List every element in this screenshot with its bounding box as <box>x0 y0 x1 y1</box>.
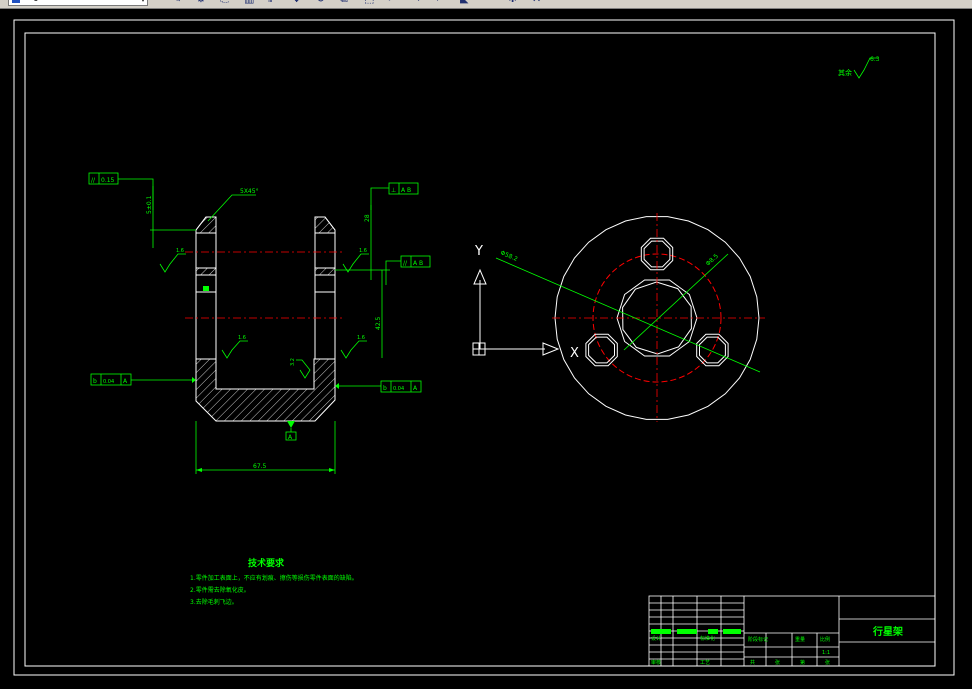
tb-label-sheet: 张 <box>775 659 780 666</box>
roughness-symbol-5: 3.2 <box>290 358 311 379</box>
tb-label-design: 设计 <box>651 635 661 642</box>
gdt-top-left-symbol: // <box>91 177 96 184</box>
tb-label-process: 工艺 <box>700 660 710 666</box>
gdt-frame-top-left: // 0.15 <box>88 172 154 210</box>
dim-diameter-leader <box>495 257 761 373</box>
chamfer-label: 5X45° <box>240 188 259 195</box>
break-icon[interactable]: ⌐ <box>436 0 450 7</box>
gdt-frame-right: b 0.04 A <box>335 380 422 393</box>
tech-line-2: 2.零件需去除氧化皮。 <box>190 586 250 594</box>
extend-icon[interactable]: → <box>412 0 426 7</box>
gdt-top-left-value: 0.15 <box>101 177 115 184</box>
svg-text:b: b <box>383 385 387 392</box>
svg-text:A: A <box>413 385 418 392</box>
dim-right-height: 28 <box>364 214 371 222</box>
layer-dropdown[interactable]: 0 ▾ <box>8 0 148 6</box>
roughness-symbol-2: 1.6 <box>342 248 369 273</box>
roughness-symbol-3: 1.6 <box>221 335 248 359</box>
stretch-icon[interactable]: ⬚ <box>364 0 378 7</box>
ucs-y-label: Y <box>474 244 483 259</box>
layer-dropdown-value: 0 <box>33 0 39 4</box>
gdt-frame-mid-right: // A B <box>385 255 431 285</box>
drawing-canvas[interactable]: 其余 6.3 // 0.15 5±0.1 5X45° ⊥ A B 28 // A… <box>0 8 972 685</box>
outer-frame <box>13 19 955 676</box>
match-properties-icon[interactable]: ⎘ <box>220 0 234 7</box>
part-name: 行星架 <box>872 625 903 638</box>
erase-icon[interactable]: ✕ <box>532 0 546 7</box>
svg-text:A: A <box>123 378 128 385</box>
section-hatch-base <box>195 358 336 422</box>
roughness-note-label: 其余 <box>838 68 852 77</box>
drawing-svg[interactable]: 其余 6.3 // 0.15 5±0.1 5X45° ⊥ A B 28 // A… <box>0 8 972 685</box>
chevron-down-icon[interactable]: ▾ <box>141 0 145 6</box>
trim-icon[interactable]: ✂ <box>388 0 402 7</box>
roughness-symbol-4: 1.6 <box>340 335 367 359</box>
pencil-icon[interactable]: ✎ <box>172 0 186 7</box>
dim-bottom-width: 67.5 <box>253 463 267 470</box>
scale-icon[interactable]: ⧉ <box>340 0 354 7</box>
svg-text:0.04: 0.04 <box>103 379 114 385</box>
tb-label-stage: 阶段标记 <box>748 636 768 643</box>
tech-line-3: 3.去除毛刺飞边。 <box>190 598 238 606</box>
gdt-top-right-value: A B <box>401 187 411 194</box>
tech-requirements-title: 技术要求 <box>248 557 285 569</box>
datum-a: A <box>285 421 297 441</box>
tb-scale-value: 1:1 <box>822 650 830 656</box>
chamfer-icon[interactable]: ◣ <box>460 0 474 7</box>
tb-label-scale: 比例 <box>820 636 830 643</box>
svg-text:1.6: 1.6 <box>238 335 246 341</box>
move-icon[interactable]: ✥ <box>292 0 306 7</box>
dim-left-height: 5±0.1 <box>146 195 153 214</box>
gdt-mid-right-value: A B <box>413 260 423 267</box>
tb-label-review: 审核 <box>651 659 661 666</box>
roughness-symbol-1: 1.6 <box>159 248 186 273</box>
dim-small: Φ8.5 <box>705 253 720 268</box>
gdt-frame-left: b 0.04 A <box>90 373 196 386</box>
tech-requirements: 技术要求 1.零件加工表面上，不应有划痕、擦伤等损伤零件表面的缺陷。 2.零件需… <box>190 557 358 606</box>
bolt-hole-3-inner <box>699 336 726 364</box>
gdt-top-right-symbol: ⊥ <box>391 187 396 194</box>
ucs-icon: Y X <box>472 244 579 361</box>
rotate-icon[interactable]: ↻ <box>316 0 330 7</box>
tb-label-sheet2: 张 <box>825 659 830 666</box>
svg-text:1.6: 1.6 <box>359 248 367 254</box>
svg-text:0.04: 0.04 <box>393 386 404 392</box>
section-right-wall <box>314 216 336 359</box>
fillet-icon[interactable]: ⌒ <box>484 0 498 7</box>
tb-label-standard: 标准化 <box>700 635 715 642</box>
mirror-icon[interactable]: ⫴ <box>268 0 282 7</box>
svg-text:b: b <box>93 378 97 385</box>
ucs-x-label: X <box>570 346 579 361</box>
bolt-hole-3-outer <box>696 333 729 367</box>
svg-text:3.2: 3.2 <box>290 358 296 366</box>
dim-right-vertical: 42.5 <box>375 316 382 330</box>
roughness-note-value: 6.3 <box>870 56 880 63</box>
gdt-frame-top-right: ⊥ A B <box>370 182 419 210</box>
svg-text:1.6: 1.6 <box>176 248 184 254</box>
explode-icon[interactable]: ✱ <box>508 0 522 7</box>
tb-label-weight: 重量 <box>795 636 805 643</box>
tb-label-no: 第 <box>800 659 805 666</box>
plan-view: Φ58.2 Φ8.5 <box>495 213 765 422</box>
title-block-text: 设计 标准化 阶段标记 重量 比例 1:1 审核 工艺 共 张 第 张 行星架 <box>651 625 903 666</box>
layer-state-icon <box>12 0 20 3</box>
general-roughness-note: 其余 6.3 <box>838 56 880 79</box>
gdt-mid-right-symbol: // <box>403 260 408 267</box>
section-view: // 0.15 5±0.1 5X45° ⊥ A B 28 // A B 42.5… <box>88 172 431 474</box>
gear-icon[interactable]: ⚙ <box>196 0 210 7</box>
tech-line-1: 1.零件加工表面上，不应有划痕、擦伤等损伤零件表面的缺陷。 <box>190 574 358 582</box>
svg-text:1.6: 1.6 <box>357 335 365 341</box>
tb-label-total: 共 <box>750 659 755 666</box>
copy-icon[interactable]: ▥ <box>244 0 258 7</box>
